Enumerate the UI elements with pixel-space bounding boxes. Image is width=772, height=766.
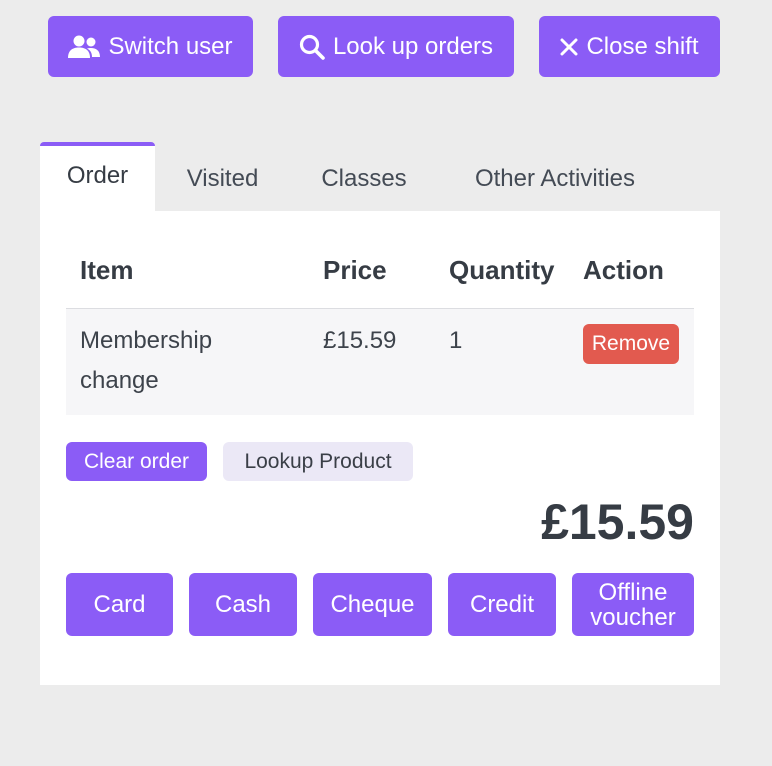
- column-header-action: Action: [583, 255, 664, 285]
- search-icon: [299, 34, 325, 60]
- column-header-item: Item: [80, 255, 134, 285]
- tab-bar: Order Visited Classes Other Activities: [40, 142, 720, 211]
- tab-other-activities[interactable]: Other Activities: [450, 142, 660, 211]
- close-shift-label: Close shift: [586, 32, 699, 60]
- remove-button[interactable]: Remove: [583, 324, 679, 364]
- order-table: Item Price Quantity Action Membership ch…: [66, 211, 694, 415]
- pay-credit-button[interactable]: Credit: [448, 573, 556, 636]
- tab-classes[interactable]: Classes: [304, 142, 424, 211]
- row-price: £15.59: [323, 327, 397, 354]
- clear-order-button[interactable]: Clear order: [66, 442, 207, 481]
- pay-card-button[interactable]: Card: [66, 573, 173, 636]
- switch-user-button[interactable]: Switch user: [48, 16, 253, 77]
- pay-cash-button[interactable]: Cash: [189, 573, 297, 636]
- switch-user-label: Switch user: [108, 32, 233, 60]
- table-header: Item Price Quantity Action: [66, 211, 694, 309]
- close-icon: [560, 38, 578, 56]
- row-quantity: 1: [449, 327, 463, 354]
- table-row: Membership change £15.59 1 Remove: [66, 309, 694, 415]
- users-icon: [68, 35, 101, 59]
- tab-order[interactable]: Order: [40, 142, 155, 211]
- tab-visited[interactable]: Visited: [165, 142, 280, 211]
- order-total: £15.59: [541, 494, 694, 550]
- column-header-quantity: Quantity: [449, 255, 555, 285]
- look-up-orders-label: Look up orders: [332, 32, 494, 60]
- pay-offline-voucher-button[interactable]: Offline voucher: [572, 573, 694, 636]
- row-item-name: Membership change: [80, 327, 213, 394]
- close-shift-button[interactable]: Close shift: [539, 16, 720, 77]
- column-header-price: Price: [323, 255, 387, 285]
- lookup-product-button[interactable]: Lookup Product: [223, 442, 413, 481]
- pay-cheque-button[interactable]: Cheque: [313, 573, 432, 636]
- look-up-orders-button[interactable]: Look up orders: [278, 16, 514, 77]
- order-panel: Item Price Quantity Action Membership ch…: [40, 211, 720, 685]
